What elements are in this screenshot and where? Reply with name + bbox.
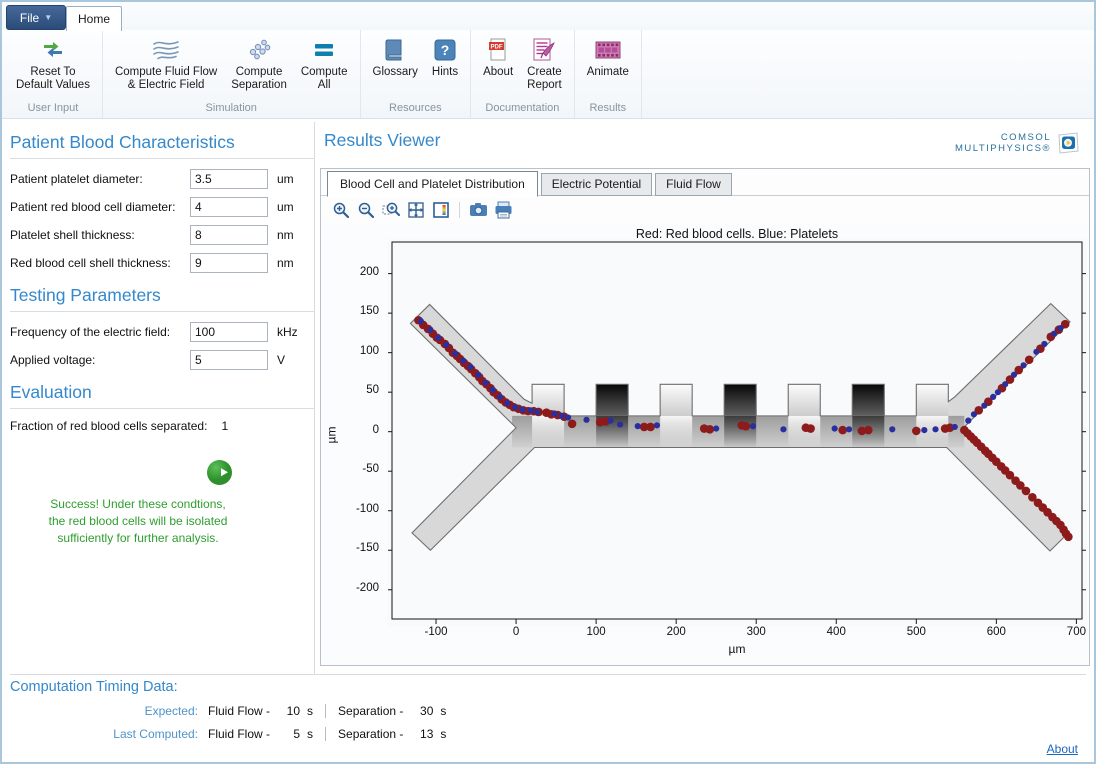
field-frequency: Frequency of the electric field: kHz bbox=[10, 322, 314, 342]
comsol-logo-icon bbox=[1056, 132, 1080, 154]
svg-text:PDF: PDF bbox=[491, 44, 503, 50]
section-title-patient: Patient Blood Characteristics bbox=[10, 132, 314, 153]
group-label-resources: Resources bbox=[366, 101, 466, 118]
timing-separator bbox=[325, 727, 326, 741]
compute-separation-button[interactable]: ComputeSeparation bbox=[224, 31, 294, 93]
panel-divider bbox=[314, 122, 315, 674]
x-axis-label: µm bbox=[387, 642, 1087, 656]
glossary-button[interactable]: Glossary bbox=[366, 31, 425, 80]
zoom-out-icon[interactable] bbox=[356, 200, 375, 219]
last-fluid-time: 5 bbox=[276, 727, 300, 741]
hints-button[interactable]: ? Hints bbox=[425, 31, 465, 80]
comsol-logo: COMSOL MULTIPHYSICS® bbox=[955, 132, 1080, 154]
plot-toolbar bbox=[331, 200, 513, 219]
compute-fluid-flow-button[interactable]: Compute Fluid Flow& Electric Field bbox=[108, 31, 224, 93]
success-message: Success! Under these condtions, the red … bbox=[38, 496, 238, 547]
reset-to-default-button[interactable]: Reset ToDefault Values bbox=[9, 31, 97, 93]
expected-separation-time: 30 bbox=[409, 704, 433, 718]
about-link[interactable]: About bbox=[1047, 742, 1078, 756]
app-window: File ▼ Home Reset ToDefault Values bbox=[0, 0, 1096, 764]
tab-electric-potential[interactable]: Electric Potential bbox=[541, 173, 652, 196]
field-voltage: Applied voltage: V bbox=[10, 350, 314, 370]
expected-fluid-time: 10 bbox=[276, 704, 300, 718]
distribution-plot[interactable] bbox=[387, 238, 1087, 627]
computation-timing-section: Computation Timing Data: Expected: Fluid… bbox=[10, 679, 1086, 741]
group-label-results: Results bbox=[580, 101, 636, 118]
field-rbc-shell: Red blood cell shell thickness: nm bbox=[10, 253, 314, 273]
section-title-evaluation: Evaluation bbox=[10, 382, 314, 403]
timing-row-expected: Expected: Fluid Flow - 10 s Separation -… bbox=[10, 704, 1086, 718]
plot-tabs: Blood Cell and Platelet Distribution Ele… bbox=[327, 171, 735, 196]
rbc-diameter-input[interactable] bbox=[190, 197, 268, 217]
results-viewer-title: Results Viewer bbox=[324, 130, 440, 151]
chevron-down-icon: ▼ bbox=[44, 13, 52, 22]
field-platelet-shell: Platelet shell thickness: nm bbox=[10, 225, 314, 245]
group-label-documentation: Documentation bbox=[476, 101, 569, 118]
file-menu-label: File bbox=[20, 11, 39, 25]
about-pdf-button[interactable]: PDF About bbox=[476, 31, 520, 80]
rbc-shell-input[interactable] bbox=[190, 253, 268, 273]
title-tab-row: File ▼ Home bbox=[2, 2, 1094, 30]
file-menu-button[interactable]: File ▼ bbox=[6, 5, 66, 30]
input-panel: Patient Blood Characteristics Patient pl… bbox=[10, 120, 314, 674]
zoom-extents-icon[interactable] bbox=[406, 200, 425, 219]
field-rbc-diameter: Patient red blood cell diameter: um bbox=[10, 197, 314, 217]
separation-icon bbox=[246, 34, 272, 66]
print-icon[interactable] bbox=[494, 200, 513, 219]
plot-area: Red: Red blood cells. Blue: Platelets -1… bbox=[321, 223, 1089, 665]
zoom-in-icon[interactable] bbox=[331, 200, 350, 219]
ribbon: Reset ToDefault Values User Input bbox=[2, 30, 1094, 119]
success-arrow-icon bbox=[206, 459, 233, 486]
camera-icon[interactable] bbox=[469, 200, 488, 219]
compute-all-icon bbox=[313, 34, 335, 66]
group-label-simulation: Simulation bbox=[108, 101, 355, 118]
pdf-icon: PDF bbox=[487, 34, 509, 66]
timing-heading: Computation Timing Data: bbox=[10, 679, 1086, 695]
divider bbox=[10, 311, 314, 312]
animate-button[interactable]: Animate bbox=[580, 31, 636, 80]
results-viewer-panel: Blood Cell and Platelet Distribution Ele… bbox=[320, 168, 1090, 666]
tab-blood-cell-distribution[interactable]: Blood Cell and Platelet Distribution bbox=[327, 171, 538, 197]
divider bbox=[10, 408, 314, 409]
report-icon bbox=[531, 34, 557, 66]
divider bbox=[10, 158, 314, 159]
last-separation-time: 13 bbox=[409, 727, 433, 741]
fraction-separated-row: Fraction of red blood cells separated: 1 bbox=[10, 419, 314, 433]
reset-icon bbox=[41, 34, 65, 66]
section-title-testing: Testing Parameters bbox=[10, 285, 314, 306]
film-strip-icon bbox=[594, 34, 622, 66]
tab-home[interactable]: Home bbox=[66, 6, 122, 31]
zoom-box-icon[interactable] bbox=[381, 200, 400, 219]
svg-text:?: ? bbox=[441, 42, 450, 58]
ribbon-group-results: Animate Results bbox=[575, 30, 642, 118]
tab-fluid-flow[interactable]: Fluid Flow bbox=[655, 173, 732, 196]
toolbar-separator bbox=[459, 202, 460, 218]
group-label-user-input: User Input bbox=[9, 101, 97, 118]
timing-separator bbox=[325, 704, 326, 718]
footer-divider bbox=[10, 674, 1086, 675]
timing-row-last-computed: Last Computed: Fluid Flow - 5 s Separati… bbox=[10, 727, 1086, 741]
ribbon-group-documentation: PDF About bbox=[471, 30, 575, 118]
frequency-input[interactable] bbox=[190, 322, 268, 342]
fluid-flow-icon bbox=[151, 34, 181, 66]
platelet-diameter-input[interactable] bbox=[190, 169, 268, 189]
create-report-button[interactable]: CreateReport bbox=[520, 31, 569, 93]
ribbon-group-user-input: Reset ToDefault Values User Input bbox=[4, 30, 103, 118]
voltage-input[interactable] bbox=[190, 350, 268, 370]
ribbon-group-resources: Glossary ? Hints Resources bbox=[361, 30, 472, 118]
question-icon: ? bbox=[433, 34, 457, 66]
compute-all-button[interactable]: ComputeAll bbox=[294, 31, 355, 93]
y-axis-label: µm bbox=[324, 427, 338, 444]
book-icon bbox=[383, 34, 407, 66]
legend-icon[interactable] bbox=[431, 200, 450, 219]
field-platelet-diameter: Patient platelet diameter: um bbox=[10, 169, 314, 189]
platelet-shell-input[interactable] bbox=[190, 225, 268, 245]
ribbon-group-simulation: Compute Fluid Flow& Electric Field Compu… bbox=[103, 30, 361, 118]
fraction-value: 1 bbox=[221, 419, 228, 433]
